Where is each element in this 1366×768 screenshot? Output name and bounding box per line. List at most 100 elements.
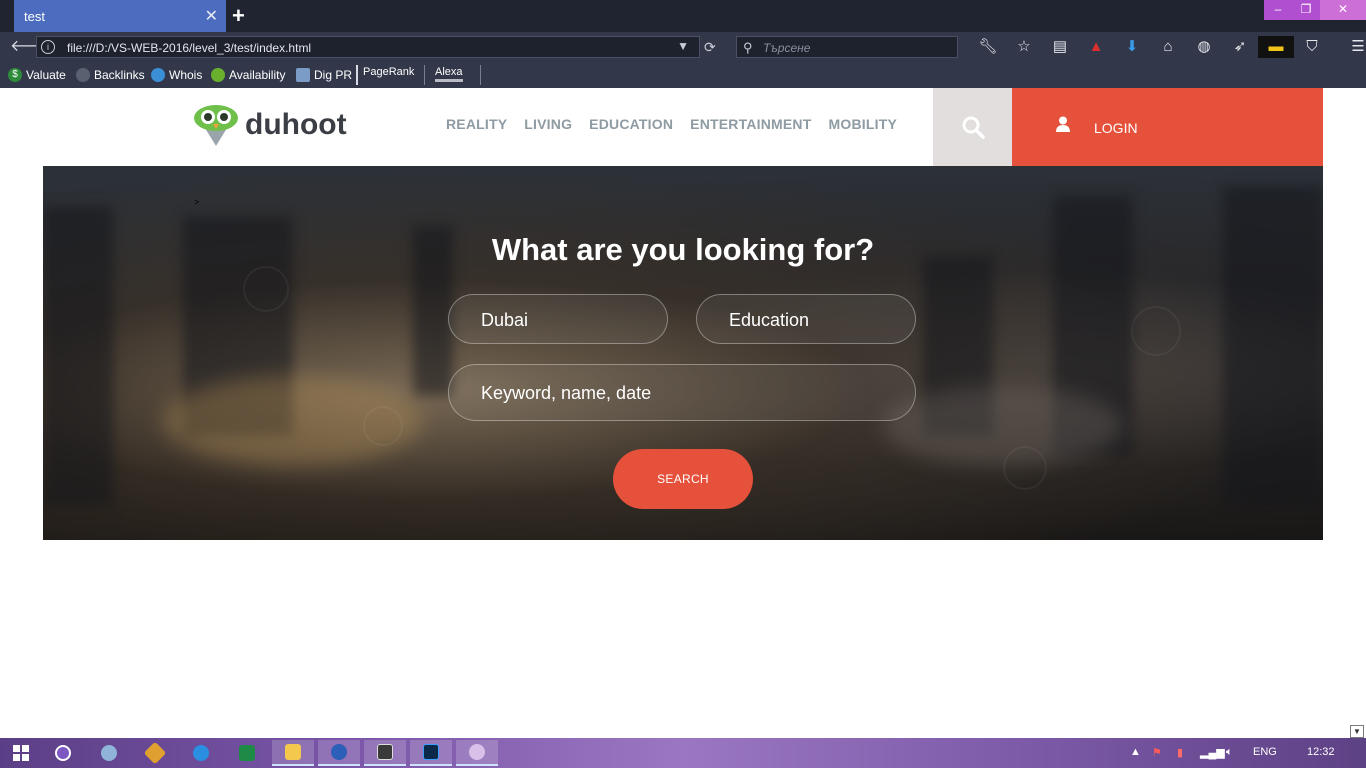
notes-icon[interactable]: ▬ [1258, 36, 1294, 58]
nav-item-living[interactable]: LIVING [524, 116, 572, 132]
category-select[interactable]: Education [696, 294, 916, 344]
browser-tab-bar: test ✕ + ‒ ❐ ✕ [0, 0, 1366, 32]
reading-list-icon[interactable]: ▤ [1042, 36, 1078, 58]
puzzle-icon [143, 741, 167, 765]
taskbar-app[interactable] [88, 740, 130, 766]
windows-icon [13, 745, 29, 761]
firefox-icon [331, 744, 347, 760]
logo-text: duhoot [245, 108, 347, 141]
taskbar-ie[interactable] [180, 740, 222, 766]
taskbar-file-explorer[interactable] [272, 740, 314, 766]
pattern-circle-icon [243, 266, 289, 312]
taskbar-excel[interactable] [226, 740, 268, 766]
bookmark-separator [480, 65, 481, 85]
scroll-down-arrow-icon[interactable]: ▼ [1350, 725, 1364, 738]
address-bar[interactable]: i file:///D:/VS-WEB-2016/level_3/test/in… [36, 36, 700, 58]
tab-title: test [24, 9, 45, 24]
start-button[interactable] [0, 740, 42, 766]
menu-icon[interactable]: ☰ [1340, 36, 1366, 58]
viber-icon [55, 745, 71, 761]
city-select[interactable]: Dubai [448, 294, 668, 344]
volume-icon[interactable]: 🔈︎ [1226, 746, 1233, 759]
speed-dial-icon[interactable]: ◍ [1186, 36, 1222, 58]
taskbar-app[interactable] [364, 740, 406, 766]
tray-chevron-up-icon[interactable]: ▲ [1130, 746, 1141, 758]
bookmark-label: Dig PR [314, 68, 353, 82]
pattern-circle-icon [1003, 446, 1047, 490]
globe-icon [151, 68, 165, 82]
reload-icon[interactable]: ⟳ [704, 40, 720, 56]
login-label: LOGIN [1094, 120, 1138, 136]
owl-pin-icon [194, 105, 238, 146]
bookmark-label: PageRank [363, 66, 415, 78]
bookmark-valuate[interactable]: $ Valuate [8, 68, 66, 82]
browser-tab[interactable]: test ✕ [14, 0, 226, 32]
bookmark-label: Backlinks [94, 68, 145, 82]
home-icon[interactable]: ⌂ [1150, 36, 1186, 58]
close-window-button[interactable]: ✕ [1320, 0, 1366, 20]
taskbar-photoshop[interactable] [410, 740, 452, 766]
taskbar-app[interactable] [134, 740, 176, 766]
browser-search-input[interactable]: ⚲ Търсене [736, 36, 958, 58]
signal-icon[interactable]: ▂▄▆ [1200, 746, 1225, 759]
clock[interactable]: 12:32 [1307, 746, 1335, 758]
bookmark-separator [356, 65, 358, 85]
site-header: duhoot REALITY LIVING EDUCATION ENTERTAI… [43, 88, 1323, 166]
bookmark-backlinks[interactable]: Backlinks [76, 68, 145, 82]
maximize-button[interactable]: ❐ [1292, 0, 1320, 20]
bookmark-availability[interactable]: Availability [211, 68, 285, 82]
bookmark-label: Availability [229, 68, 286, 82]
window-controls: ‒ ❐ ✕ [1264, 0, 1366, 20]
extension-icon[interactable]: ➶ [1222, 36, 1258, 58]
bookmark-dig-pr[interactable]: Dig PR [296, 68, 352, 82]
taskbar-viber[interactable] [42, 740, 84, 766]
download-icon[interactable]: ⬇ [1114, 36, 1150, 58]
wrench-icon[interactable]: 🔧︎ [970, 36, 1006, 58]
new-tab-button[interactable]: + [232, 3, 245, 29]
back-arrow-icon[interactable]: 🡐 [10, 38, 53, 56]
hero-title: What are you looking for? [491, 232, 875, 267]
bookmark-separator [424, 65, 425, 85]
nav-item-entertainment[interactable]: ENTERTAINMENT [690, 116, 811, 132]
url-text: file:///D:/VS-WEB-2016/level_3/test/inde… [67, 41, 312, 55]
bookmark-alexa[interactable]: Alexa [435, 66, 463, 82]
dollar-icon: $ [8, 68, 22, 82]
network-icon [296, 68, 310, 82]
nav-item-mobility[interactable]: MOBILITY [829, 116, 897, 132]
minimize-button[interactable]: ‒ [1264, 0, 1292, 20]
taskbar-firefox[interactable] [318, 740, 360, 766]
logo[interactable]: duhoot [193, 102, 347, 148]
tab-close-icon[interactable]: ✕ [205, 6, 218, 26]
internet-explorer-icon [193, 745, 209, 761]
search-button[interactable]: SEARCH [613, 449, 753, 509]
language-indicator[interactable]: ENG [1253, 746, 1277, 758]
flag-icon[interactable]: ⚑ [1152, 746, 1162, 759]
paint-icon [469, 744, 485, 760]
window-icon [377, 744, 393, 760]
magnifier-icon [211, 68, 225, 82]
nav-item-reality[interactable]: REALITY [446, 116, 507, 132]
header-search-button[interactable] [933, 88, 1012, 166]
taskbar-paint[interactable] [456, 740, 498, 766]
city-light-glow [883, 386, 1123, 466]
info-icon[interactable]: i [41, 40, 55, 54]
folder-icon [285, 744, 301, 760]
star-icon[interactable]: ☆ [1006, 36, 1042, 58]
bookmark-pagerank[interactable]: PageRank [363, 66, 414, 78]
globe-icon [101, 745, 117, 761]
pocket-icon[interactable]: ⛉ [1294, 36, 1330, 58]
keyword-input[interactable]: Keyword, name, date [448, 364, 916, 421]
toolbar-icons: 🔧︎ ☆ ▤ ▲ ⬇ ⌂ ◍ ➶ ▬ ⛉ ☰ [970, 36, 1366, 58]
pattern-circle-icon [1131, 306, 1181, 356]
stamp-icon[interactable]: ▲ [1078, 36, 1114, 58]
battery-icon[interactable]: ▮ [1177, 746, 1183, 759]
nav-item-education[interactable]: EDUCATION [589, 116, 673, 132]
bookmark-whois[interactable]: Whois [151, 68, 202, 82]
excel-icon [239, 745, 255, 761]
chevron-down-icon[interactable]: ▼ [677, 39, 689, 53]
login-button[interactable]: LOGIN [1012, 88, 1323, 166]
browser-nav-bar: 🡐 i file:///D:/VS-WEB-2016/level_3/test/… [0, 32, 1366, 62]
main-nav: REALITY LIVING EDUCATION ENTERTAINMENT M… [446, 116, 897, 132]
search-icon [962, 116, 985, 139]
pattern-circle-icon [363, 406, 403, 446]
